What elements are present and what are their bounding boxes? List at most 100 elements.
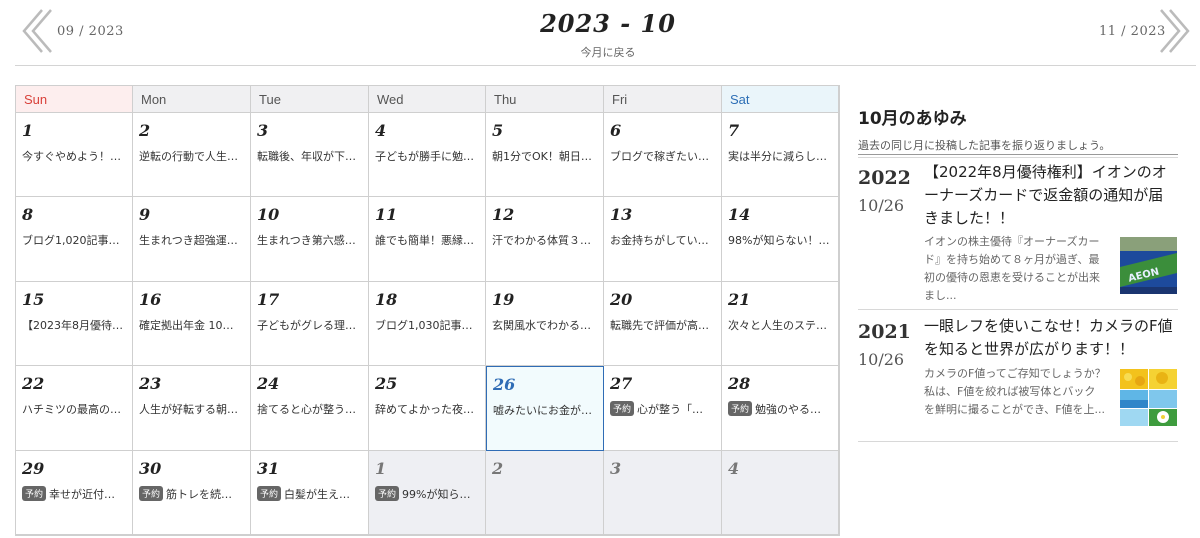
- calendar-day[interactable]: 23 人生が好転する朝…: [133, 366, 251, 451]
- day-post-link[interactable]: 生まれつき超強運…: [139, 232, 247, 248]
- day-post-link[interactable]: 実は半分に減らし…: [728, 148, 836, 164]
- day-post-link[interactable]: 嘘みたいにお金が…: [493, 402, 601, 418]
- day-post-link[interactable]: 生まれつき第六感…: [257, 232, 365, 248]
- day-post-link[interactable]: 汗でわかる体質３…: [492, 232, 600, 248]
- calendar-day[interactable]: 27 予約 心が整う「…: [604, 366, 722, 451]
- calendar-day[interactable]: 31 予約 白髪が生え…: [251, 451, 369, 535]
- day-number: 2: [492, 459, 504, 478]
- day-post-link[interactable]: 次々と人生のステ…: [728, 317, 836, 333]
- post-title: 逆転の行動で人生…: [139, 150, 238, 163]
- calendar-day[interactable]: 28 予約 勉強のやる…: [722, 366, 839, 451]
- post-title: 転職先で評価が高…: [610, 319, 709, 332]
- calendar-day[interactable]: 5 朝1分でOK！朝日…: [486, 113, 604, 197]
- calendar-day[interactable]: 13 お金持ちがしてい…: [604, 197, 722, 282]
- post-title: 勉強のやる…: [755, 403, 822, 416]
- calendar-day[interactable]: 7 実は半分に減らし…: [722, 113, 839, 197]
- calendar-day[interactable]: 24 捨てると心が整う…: [251, 366, 369, 451]
- day-post-link[interactable]: 予約 白髪が生え…: [257, 486, 365, 502]
- day-post-link[interactable]: 玄関風水でわかる…: [492, 317, 600, 333]
- day-number: 18: [375, 290, 398, 309]
- calendar-day[interactable]: 20 転職先で評価が高…: [604, 282, 722, 366]
- day-post-link[interactable]: 今すぐやめよう！…: [22, 148, 130, 164]
- calendar-day-today[interactable]: 26 嘘みたいにお金が…: [486, 366, 604, 451]
- entry-divider: [858, 441, 1178, 442]
- day-number: 5: [492, 121, 504, 140]
- calendar-header: 09 / 2023 2023 - 10 今月に戻る 11 / 2023: [0, 0, 1200, 66]
- day-number: 12: [492, 205, 515, 224]
- day-post-link[interactable]: 人生が好転する朝…: [139, 401, 247, 417]
- calendar-day[interactable]: 2 逆転の行動で人生…: [133, 113, 251, 197]
- post-title: 白髪が生え…: [284, 488, 351, 501]
- entry-excerpt: カメラのF値ってご存知でしょうか？ 私は、F値を絞れば被写体とバックを鮮明に撮る…: [924, 367, 1106, 416]
- calendar-day[interactable]: 29 予約 幸せが近付…: [16, 451, 133, 535]
- month-title: 2023 - 10: [540, 9, 676, 38]
- weekday-thu: Thu: [486, 86, 604, 113]
- calendar-day[interactable]: 3: [604, 451, 722, 535]
- calendar-day[interactable]: 15 【2023年8月優待…: [16, 282, 133, 366]
- prev-month-link[interactable]: 09 / 2023: [57, 24, 124, 39]
- day-number: 23: [139, 374, 162, 393]
- day-post-link[interactable]: 子どもが勝手に勉…: [375, 148, 483, 164]
- back-to-current-month-link[interactable]: 今月に戻る: [500, 44, 716, 60]
- day-post-link[interactable]: 【2023年8月優待…: [22, 317, 130, 333]
- day-post-link[interactable]: ブログ1,020記事…: [22, 232, 130, 248]
- day-post-link[interactable]: ブログ1,030記事…: [375, 317, 483, 333]
- post-title: 実は半分に減らし…: [728, 150, 827, 163]
- weekday-wed: Wed: [369, 86, 486, 113]
- day-post-link[interactable]: 予約 99%が知ら…: [375, 486, 483, 502]
- calendar-day[interactable]: 14 98%が知らない！…: [722, 197, 839, 282]
- calendar-day[interactable]: 4 子どもが勝手に勉…: [369, 113, 486, 197]
- calendar-day[interactable]: 2: [486, 451, 604, 535]
- chevron-left-icon[interactable]: [20, 8, 56, 54]
- post-title: 【2023年8月優待…: [22, 319, 123, 332]
- day-post-link[interactable]: 誰でも簡単！悪縁…: [375, 232, 483, 248]
- day-post-link[interactable]: 子どもがグレる理…: [257, 317, 365, 333]
- calendar-day[interactable]: 18 ブログ1,030記事…: [369, 282, 486, 366]
- day-post-link[interactable]: 予約 筋トレを続…: [139, 486, 247, 502]
- day-post-link[interactable]: 98%が知らない！…: [728, 232, 836, 248]
- day-post-link[interactable]: 予約 勉強のやる…: [728, 401, 836, 417]
- calendar-day[interactable]: 1 今すぐやめよう！…: [16, 113, 133, 197]
- calendar-day[interactable]: 6 ブログで稼ぎたい…: [604, 113, 722, 197]
- day-post-link[interactable]: 捨てると心が整う…: [257, 401, 365, 417]
- calendar-day[interactable]: 30 予約 筋トレを続…: [133, 451, 251, 535]
- post-title: 次々と人生のステ…: [728, 319, 827, 332]
- day-post-link[interactable]: 予約 幸せが近付…: [22, 486, 130, 502]
- chevron-right-icon[interactable]: [1156, 8, 1192, 54]
- day-post-link[interactable]: 確定拠出年金 10…: [139, 317, 247, 333]
- day-number: 1: [22, 121, 34, 140]
- day-post-link[interactable]: 転職先で評価が高…: [610, 317, 718, 333]
- sidebar-title: 10月のあゆみ: [858, 109, 967, 129]
- day-post-link[interactable]: お金持ちがしてい…: [610, 232, 718, 248]
- calendar-day[interactable]: 10 生まれつき第六感…: [251, 197, 369, 282]
- day-post-link[interactable]: 逆転の行動で人生…: [139, 148, 247, 164]
- calendar-day[interactable]: 21 次々と人生のステ…: [722, 282, 839, 366]
- sidebar-divider: [858, 154, 1178, 155]
- calendar-day[interactable]: 25 辞めてよかった夜…: [369, 366, 486, 451]
- day-post-link[interactable]: ハチミツの最高の…: [22, 401, 130, 417]
- aeon-card-thumbnail[interactable]: AEON: [1120, 237, 1177, 294]
- calendar-day[interactable]: 19 玄関風水でわかる…: [486, 282, 604, 366]
- calendar-day[interactable]: 11 誰でも簡単！悪縁…: [369, 197, 486, 282]
- sidebar-subtitle: 過去の同じ月に投稿した記事を振り返りましょう。: [858, 139, 1111, 152]
- calendar-day[interactable]: 4: [722, 451, 839, 535]
- entry-title-link[interactable]: 一眼レフを使いこなせ！カメラのF値を知ると世界が広がります！！: [924, 315, 1176, 361]
- calendar-day[interactable]: 3 転職後、年収が下…: [251, 113, 369, 197]
- calendar-day[interactable]: 9 生まれつき超強運…: [133, 197, 251, 282]
- calendar-day[interactable]: 17 子どもがグレる理…: [251, 282, 369, 366]
- calendar-day[interactable]: 22 ハチミツの最高の…: [16, 366, 133, 451]
- calendar-day[interactable]: 12 汗でわかる体質３…: [486, 197, 604, 282]
- calendar-day[interactable]: 16 確定拠出年金 10…: [133, 282, 251, 366]
- post-title: 人生が好転する朝…: [139, 403, 238, 416]
- day-number: 4: [375, 121, 387, 140]
- day-post-link[interactable]: 朝1分でOK！朝日…: [492, 148, 600, 164]
- day-post-link[interactable]: ブログで稼ぎたい…: [610, 148, 718, 164]
- day-number: 27: [610, 374, 633, 393]
- entry-title-link[interactable]: 【2022年8月優待権利】イオンのオーナーズカードで返金額の通知が届きました！！: [924, 161, 1176, 230]
- day-post-link[interactable]: 辞めてよかった夜…: [375, 401, 483, 417]
- calendar-day[interactable]: 1 予約 99%が知ら…: [369, 451, 486, 535]
- calendar-day[interactable]: 8 ブログ1,020記事…: [16, 197, 133, 282]
- day-post-link[interactable]: 転職後、年収が下…: [257, 148, 365, 164]
- camera-photo-thumbnail[interactable]: [1120, 369, 1177, 426]
- day-post-link[interactable]: 予約 心が整う「…: [610, 401, 718, 417]
